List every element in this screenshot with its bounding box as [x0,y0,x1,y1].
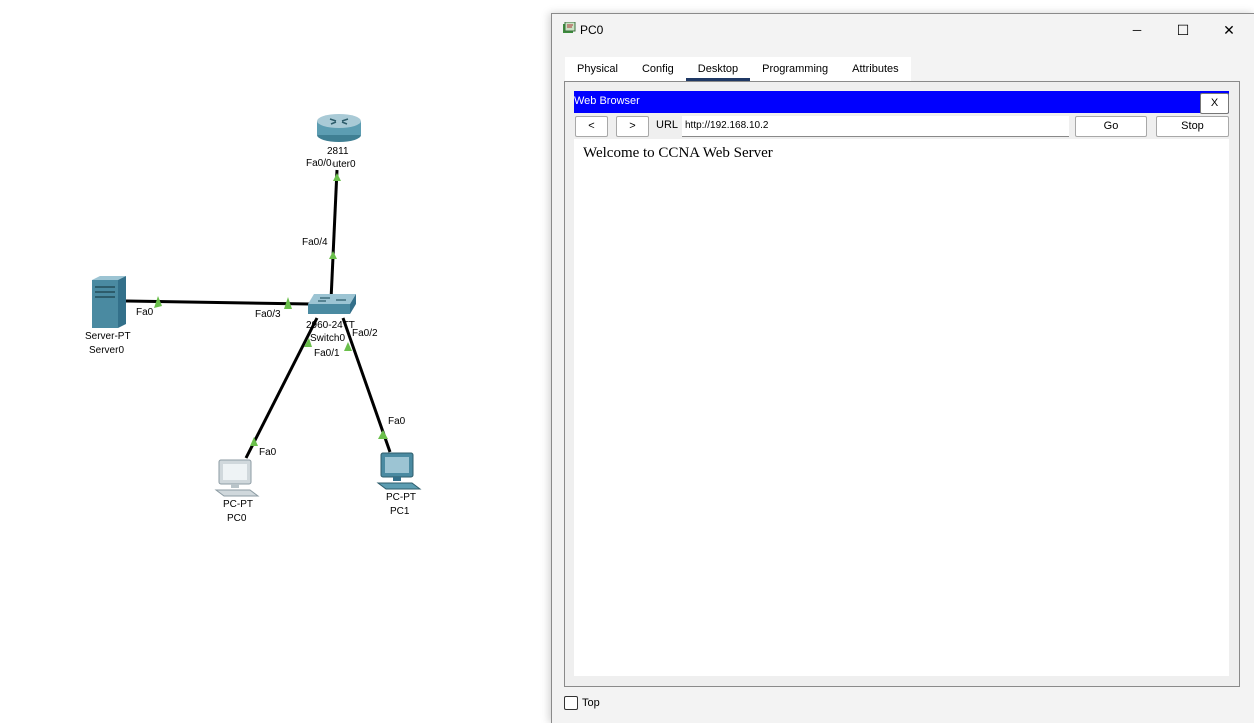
pc0-model-label: PC-PT [223,499,253,510]
server-model-label: Server-PT [85,331,131,342]
switch-icon[interactable] [306,292,358,318]
server-port-label: Fa0 [136,307,154,318]
device-tabs: Physical Config Desktop Programming Attr… [565,57,911,81]
switch-name-label: Switch0 [310,333,346,344]
link-router-switch [329,169,339,301]
close-window-button[interactable]: ✕ [1206,14,1252,46]
web-browser-title: Web Browser [574,95,640,107]
back-button[interactable]: < [575,116,608,137]
minimize-icon: ─ [1132,23,1142,37]
switch-port-uplink: Fa0/4 [302,237,328,248]
topology-canvas[interactable]: 2811 Router0 Fa0/0 2960-24TT Switch0 Fa0… [0,0,550,722]
tab-desktop[interactable]: Desktop [685,57,751,81]
port-up-indicator [329,251,337,259]
stop-button[interactable]: Stop [1156,116,1229,137]
pc0-icon[interactable] [214,458,260,498]
server-name-label: Server0 [89,345,125,356]
switch-port-server: Fa0/3 [255,309,281,320]
desktop-panel: Web Browser X < > URL Go Stop Welcome to… [564,81,1240,687]
url-input[interactable] [682,116,1069,137]
close-icon: ✕ [1223,21,1235,38]
browser-nav-bar: < > URL Go Stop [574,116,1229,138]
browser-content[interactable]: Welcome to CCNA Web Server [574,139,1229,676]
web-browser-close-button[interactable]: X [1200,93,1229,114]
tab-programming[interactable]: Programming [750,57,840,81]
tab-config[interactable]: Config [630,57,686,81]
maximize-icon: ☐ [1176,21,1190,38]
top-checkbox[interactable] [564,696,578,710]
page-heading: Welcome to CCNA Web Server [583,145,773,161]
link-server-switch [125,299,311,306]
switch-port-pc0: Fa0/1 [314,348,340,359]
pc0-port-label: Fa0 [259,447,277,458]
pc0-window: PC0 ─ ☐ ✕ Physical Config Desktop Progra… [551,13,1254,723]
port-up-indicator [378,430,388,439]
pc1-icon[interactable] [376,451,422,491]
router-model-label: 2811 [327,146,349,157]
window-titlebar[interactable]: PC0 ─ ☐ ✕ [552,14,1254,46]
top-checkbox-label: Top [582,697,600,709]
router-port-label: Fa0/0 [306,158,332,169]
link-switch-pc0 [244,317,319,459]
router-icon[interactable] [316,113,362,143]
go-button[interactable]: Go [1075,116,1147,137]
pc1-port-label: Fa0 [388,416,406,427]
port-up-indicator [333,173,341,181]
maximize-button[interactable]: ☐ [1160,14,1206,46]
pc1-name-label: PC1 [390,506,410,517]
switch-model-label: 2960-24TT [306,320,355,331]
packet-tracer-icon [563,22,576,33]
url-label: URL [656,119,679,131]
pc0-name-label: PC0 [227,513,247,524]
pc1-model-label: PC-PT [386,492,416,503]
tab-attributes[interactable]: Attributes [840,57,910,81]
minimize-button[interactable]: ─ [1114,14,1160,46]
server-icon[interactable] [92,276,126,328]
switch-port-pc1: Fa0/2 [352,328,378,339]
forward-button[interactable]: > [616,116,649,137]
window-title: PC0 [580,23,604,37]
tab-physical[interactable]: Physical [565,57,630,81]
web-browser-titlebar: Web Browser X [574,91,1229,114]
topology-links [125,169,392,459]
